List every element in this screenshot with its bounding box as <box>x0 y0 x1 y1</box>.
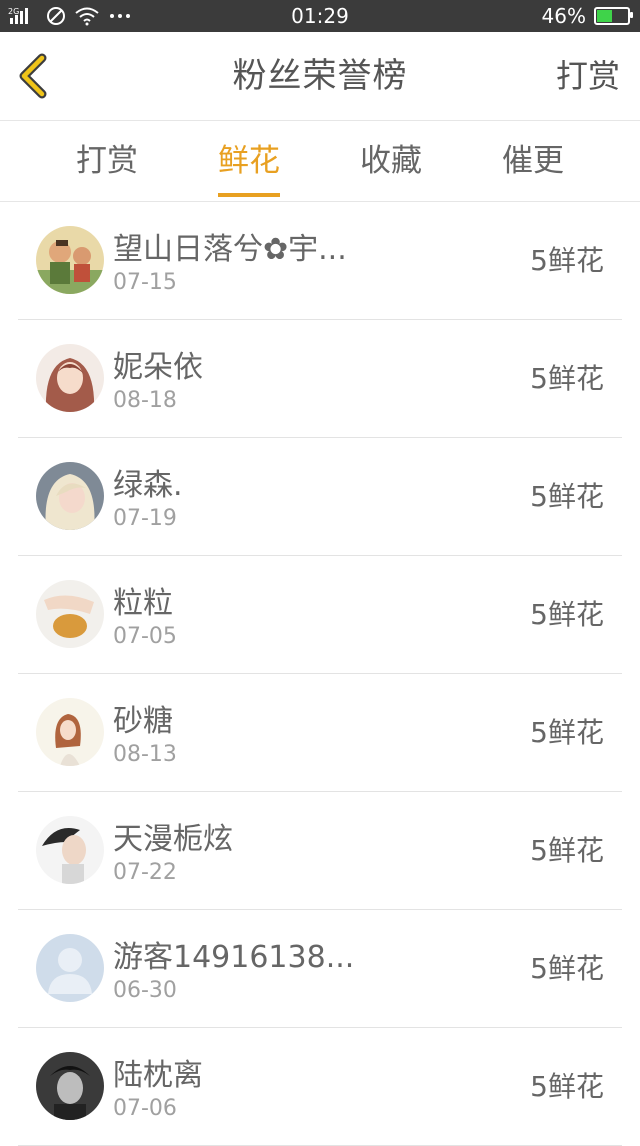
reward-button[interactable]: 打赏 <box>556 32 620 120</box>
list-item[interactable]: 妮朵依 08-18 5鲜花 <box>18 320 622 438</box>
avatar <box>36 344 104 412</box>
fan-name: 粒粒 <box>113 586 173 621</box>
fan-amount: 5鲜花 <box>530 834 604 867</box>
fan-name: 游客14916138... <box>113 940 355 975</box>
list-item[interactable]: 游客14916138... 06-30 5鲜花 <box>18 910 622 1028</box>
fan-list: 望山日落兮✿宇... 07-15 5鲜花 妮朵依 08-18 5鲜花 绿森. 0… <box>0 202 640 1146</box>
tab-label: 催更 <box>502 143 564 179</box>
fan-date: 07-22 <box>113 860 177 885</box>
fan-date: 07-19 <box>113 506 177 531</box>
avatar <box>36 226 104 294</box>
fan-date: 08-18 <box>113 388 177 413</box>
list-item[interactable]: 望山日落兮✿宇... 07-15 5鲜花 <box>18 202 622 320</box>
default-user-icon <box>36 934 104 1002</box>
fan-date: 07-05 <box>113 624 177 649</box>
battery-icon <box>594 7 633 25</box>
fan-amount: 5鲜花 <box>530 1070 604 1103</box>
fan-name: 望山日落兮✿宇... <box>113 232 347 267</box>
fan-date: 06-30 <box>113 978 177 1003</box>
avatar <box>36 816 104 884</box>
tab-favorites[interactable]: 收藏 <box>321 121 461 201</box>
fan-amount: 5鲜花 <box>530 480 604 513</box>
list-item[interactable]: 陆枕离 07-06 5鲜花 <box>18 1028 622 1146</box>
fan-name: 妮朵依 <box>113 350 203 385</box>
fan-amount: 5鲜花 <box>530 952 604 985</box>
fan-amount: 5鲜花 <box>530 598 604 631</box>
fan-amount: 5鲜花 <box>530 244 604 277</box>
fan-name: 砂糖 <box>113 704 173 739</box>
fan-amount: 5鲜花 <box>530 362 604 395</box>
list-item[interactable]: 粒粒 07-05 5鲜花 <box>18 556 622 674</box>
avatar <box>36 1052 104 1120</box>
fan-date: 07-06 <box>113 1096 177 1121</box>
status-bar: 2G 01:29 46% <box>0 0 640 32</box>
tab-bar: 打赏 鲜花 收藏 催更 <box>0 121 640 202</box>
fan-name: 陆枕离 <box>113 1058 203 1093</box>
avatar <box>36 462 104 530</box>
avatar <box>36 934 104 1002</box>
avatar <box>36 698 104 766</box>
fan-name: 绿森. <box>113 468 183 503</box>
tab-label: 收藏 <box>360 143 422 179</box>
battery-percent: 46% <box>541 4 586 28</box>
header-bar: 粉丝荣誉榜 打赏 <box>0 32 640 121</box>
fan-amount: 5鲜花 <box>530 716 604 749</box>
tab-reward[interactable]: 打赏 <box>37 121 177 201</box>
fan-date: 08-13 <box>113 742 177 767</box>
list-item[interactable]: 砂糖 08-13 5鲜花 <box>18 674 622 792</box>
fan-date: 07-15 <box>113 270 177 295</box>
list-item[interactable]: 绿森. 07-19 5鲜花 <box>18 438 622 556</box>
tab-flowers[interactable]: 鲜花 <box>179 121 319 201</box>
tab-indicator <box>218 193 280 197</box>
tab-label: 鲜花 <box>218 143 280 179</box>
status-right: 46% <box>541 0 633 32</box>
avatar <box>36 580 104 648</box>
list-item[interactable]: 天漫栀炫 07-22 5鲜花 <box>18 792 622 910</box>
tab-urge-update[interactable]: 催更 <box>463 121 603 201</box>
tab-label: 打赏 <box>76 143 138 179</box>
fan-name: 天漫栀炫 <box>113 822 233 857</box>
page-title: 粉丝荣誉榜 <box>232 56 408 96</box>
